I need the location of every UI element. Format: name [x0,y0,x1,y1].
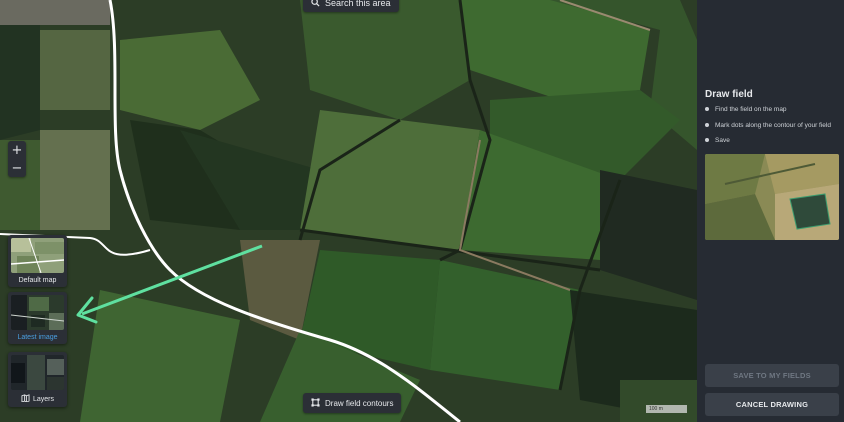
draw-field-panel: Draw field Find the field on the map Mar… [697,0,844,422]
cancel-drawing-button[interactable]: CANCEL DRAWING [705,393,839,416]
draw-field-contours-button[interactable]: Draw field contours [303,393,402,413]
zoom-control: + − [8,141,26,177]
layers-button[interactable]: Layers [8,352,67,407]
map-icon [21,394,30,404]
list-item: Find the field on the map [705,106,831,122]
bullet-icon [705,138,709,142]
default-map-thumbnail [11,238,64,273]
layer-label: Layers [32,395,54,403]
search-area-button[interactable]: Search this area [303,0,399,12]
list-item: Save [705,137,831,153]
bullet-icon [705,122,709,127]
instructions-list: Find the field on the map Mark dots alon… [705,106,831,153]
search-icon [311,0,320,9]
map-view[interactable]: Search this area + − Default map Latest … [0,0,697,422]
layers-thumbnail [11,355,64,390]
latest-image-thumbnail [11,295,64,330]
search-area-label: Search this area [325,0,391,8]
draw-field-label: Draw field contours [325,398,394,408]
zoom-in-button[interactable]: + [8,141,26,159]
zoom-out-button[interactable]: − [8,159,26,177]
panel-title: Draw field [705,89,753,100]
crop-icon [311,397,320,409]
satellite-imagery [0,0,697,422]
layer-label: Latest image [17,334,58,341]
layer-latest-image[interactable]: Latest image [8,292,67,344]
bullet-icon [705,107,709,111]
list-item: Mark dots along the contour of your fiel… [705,122,831,138]
scale-bar: 100 m [646,405,687,413]
layers-label-row: Layers [8,390,67,407]
instruction-preview-image [705,154,839,240]
layer-default-map[interactable]: Default map [8,235,67,287]
save-to-my-fields-button[interactable]: SAVE TO MY FIELDS [705,364,839,387]
layer-label: Default map [18,277,57,284]
